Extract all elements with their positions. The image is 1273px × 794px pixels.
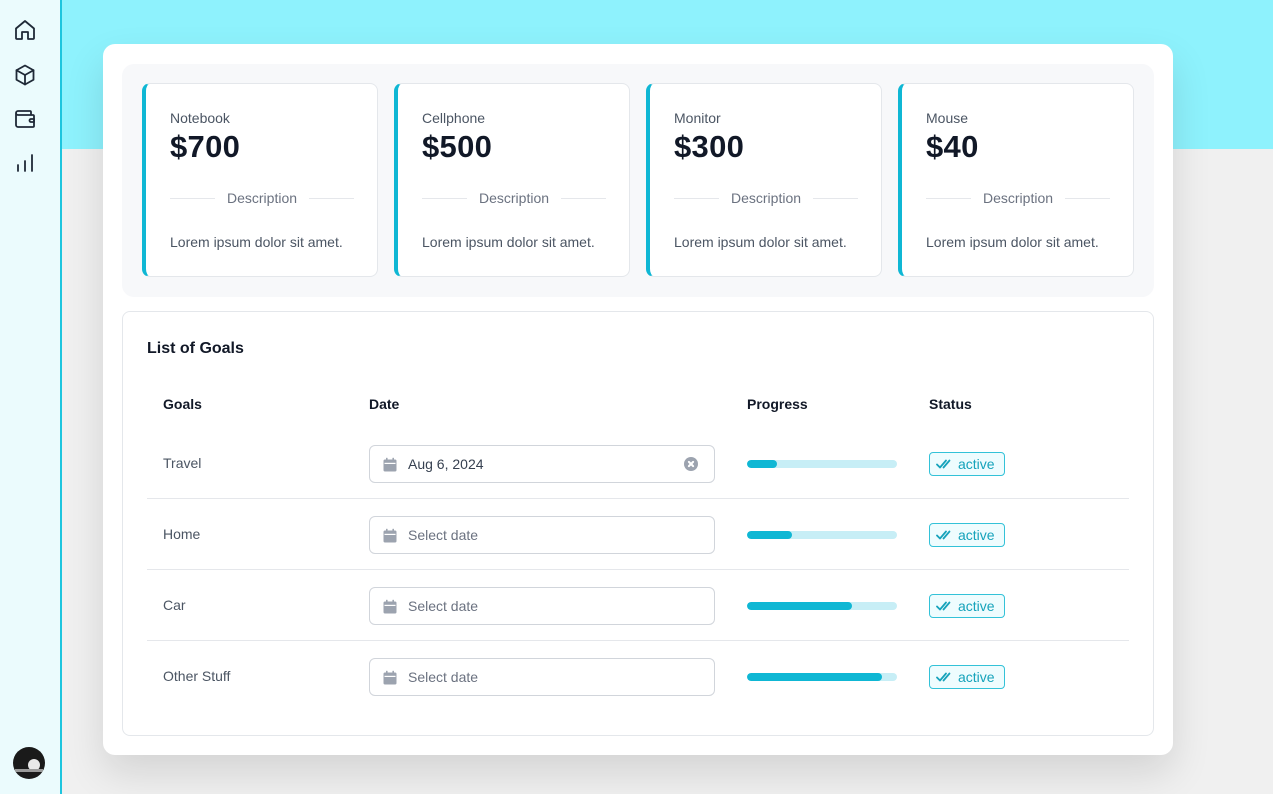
column-header-progress: Progress (747, 396, 808, 412)
calendar-icon (383, 457, 397, 472)
stat-card-notebook: Notebook $700 Description Lorem ipsum do… (142, 83, 378, 277)
progress-fill (747, 673, 882, 681)
stat-value: $500 (422, 129, 493, 164)
goals-title: List of Goals (147, 340, 244, 357)
column-header-date: Date (369, 396, 400, 412)
stat-value: $300 (674, 129, 745, 164)
description-divider: Description (170, 188, 354, 208)
double-check-icon (936, 672, 951, 682)
calendar-icon (383, 528, 397, 543)
divider-label: Description (730, 190, 802, 206)
status-badge[interactable]: active (929, 594, 1005, 618)
stat-value: $700 (170, 129, 241, 164)
nav-item-products[interactable] (0, 53, 60, 97)
double-check-icon (936, 530, 951, 540)
wallet-icon (15, 110, 35, 128)
date-placeholder: Select date (408, 527, 479, 543)
progress-bar (747, 460, 897, 468)
box-icon (15, 64, 35, 86)
stat-label: Monitor (674, 110, 721, 126)
stat-description: Lorem ipsum dolor sit amet. (422, 234, 595, 250)
goal-name: Home (163, 526, 201, 542)
date-picker-input[interactable]: Select date (369, 516, 715, 554)
date-placeholder: Select date (408, 669, 479, 685)
stat-card-monitor: Monitor $300 Description Lorem ipsum dol… (646, 83, 882, 277)
description-divider: Description (422, 188, 606, 208)
progress-fill (747, 460, 777, 468)
goal-name: Car (163, 597, 186, 613)
table-row: Travel Aug 6, 2024 active (147, 428, 1129, 499)
avatar[interactable] (13, 747, 45, 779)
status-badge[interactable]: active (929, 523, 1005, 547)
calendar-icon (383, 670, 397, 685)
column-header-goals: Goals (163, 396, 202, 412)
goal-name: Other Stuff (163, 668, 231, 684)
double-check-icon (936, 459, 951, 469)
stat-description: Lorem ipsum dolor sit amet. (170, 234, 343, 250)
stat-label: Mouse (926, 110, 969, 126)
column-header-status: Status (929, 396, 972, 412)
progress-bar (747, 602, 897, 610)
bar-chart-icon (17, 154, 33, 172)
stats-panel: Notebook $700 Description Lorem ipsum do… (122, 64, 1154, 297)
date-picker-input[interactable]: Aug 6, 2024 (369, 445, 715, 483)
status-badge[interactable]: active (929, 665, 1005, 689)
status-label: active (958, 598, 995, 614)
progress-bar (747, 531, 897, 539)
sidebar (0, 0, 62, 794)
date-picker-input[interactable]: Select date (369, 587, 715, 625)
goal-name: Travel (163, 455, 202, 471)
stat-label: Notebook (170, 110, 230, 126)
date-picker-input[interactable]: Select date (369, 658, 715, 696)
description-divider: Description (674, 188, 858, 208)
divider-label: Description (226, 190, 298, 206)
status-label: active (958, 527, 995, 543)
nav-item-wallet[interactable] (0, 97, 60, 141)
goals-panel: List of Goals Goals Date Progress Status… (122, 311, 1154, 736)
divider-label: Description (982, 190, 1054, 206)
progress-fill (747, 602, 852, 610)
main-card: Notebook $700 Description Lorem ipsum do… (103, 44, 1173, 755)
double-check-icon (936, 601, 951, 611)
table-row: Car Select date active (147, 570, 1129, 641)
divider-label: Description (478, 190, 550, 206)
calendar-icon (383, 599, 397, 614)
stat-card-mouse: Mouse $40 Description Lorem ipsum dolor … (898, 83, 1134, 277)
stat-card-cellphone: Cellphone $500 Description Lorem ipsum d… (394, 83, 630, 277)
home-icon (15, 20, 35, 40)
progress-bar (747, 673, 897, 681)
nav-item-analytics[interactable] (0, 141, 60, 185)
stat-description: Lorem ipsum dolor sit amet. (926, 234, 1099, 250)
description-divider: Description (926, 188, 1110, 208)
stat-label: Cellphone (422, 110, 486, 126)
stat-value: $40 (926, 129, 979, 164)
progress-fill (747, 531, 792, 539)
date-value: Aug 6, 2024 (408, 456, 484, 472)
status-label: active (958, 669, 995, 685)
table-row: Home Select date active (147, 499, 1129, 570)
status-label: active (958, 456, 995, 472)
status-badge[interactable]: active (929, 452, 1005, 476)
date-placeholder: Select date (408, 598, 479, 614)
table-row: Other Stuff Select date active (147, 641, 1129, 712)
stat-description: Lorem ipsum dolor sit amet. (674, 234, 847, 250)
clear-date-icon[interactable] (684, 457, 698, 471)
nav-item-home[interactable] (0, 8, 60, 52)
